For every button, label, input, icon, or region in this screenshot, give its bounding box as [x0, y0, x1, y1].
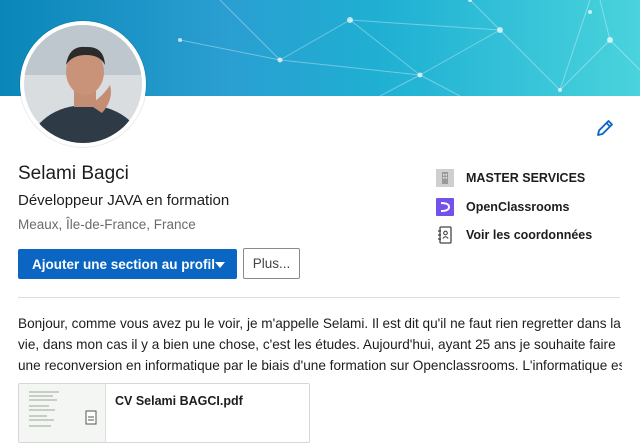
building-icon [436, 169, 454, 187]
edit-profile-button[interactable] [594, 117, 616, 139]
school-name: OpenClassrooms [466, 200, 570, 214]
profile-headline: Développeur JAVA en formation [18, 192, 230, 209]
openclassrooms-logo-icon [436, 198, 454, 216]
side-item-company[interactable]: MASTER SERVICES [436, 168, 585, 188]
pencil-icon [597, 120, 613, 136]
profile-photo[interactable] [20, 21, 146, 147]
side-item-school[interactable]: OpenClassrooms [436, 197, 570, 217]
contact-info-link: Voir les coordonnées [466, 228, 593, 242]
profile-name: Selami Bagci [18, 163, 129, 184]
about-line: une reconversion en informatique par le … [18, 358, 622, 373]
side-item-contact[interactable]: Voir les coordonnées [436, 225, 592, 245]
about-line: vie, dans mon cas il y a bien une chose,… [18, 337, 616, 352]
caret-down-icon [215, 262, 225, 268]
document-title: CV Selami BAGCI.pdf [115, 394, 243, 408]
more-button[interactable]: Plus... [243, 248, 300, 279]
document-thumbnail [19, 384, 106, 442]
about-line: Bonjour, comme vous avez pu le voir, je … [18, 316, 621, 331]
address-book-icon [436, 226, 454, 244]
cv-document-card[interactable]: CV Selami BAGCI.pdf [18, 383, 310, 443]
add-profile-section-label: Ajouter une section au profil [32, 256, 216, 272]
person-photo [24, 25, 142, 143]
company-name: MASTER SERVICES [466, 171, 586, 185]
section-divider [18, 297, 620, 298]
add-profile-section-button[interactable]: Ajouter une section au profil [18, 249, 237, 279]
about-summary: Bonjour, comme vous avez pu le voir, je … [18, 313, 622, 376]
profile-location: Meaux, Île-de-France, France [18, 217, 196, 232]
